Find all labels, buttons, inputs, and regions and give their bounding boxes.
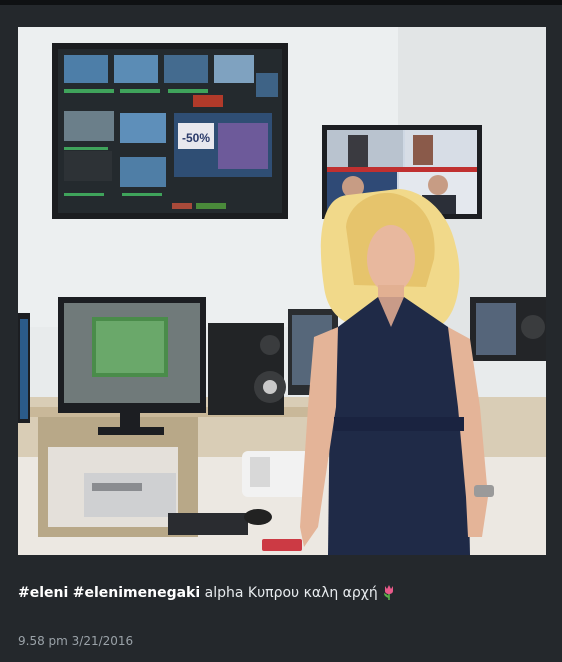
- post-card: -50% #eleni #elenimenegaki alpha Κυπρου …: [0, 0, 562, 662]
- tulip-icon: [382, 584, 396, 606]
- post-photo[interactable]: -50%: [18, 27, 546, 555]
- post-caption: #eleni #elenimenegaki alpha Κυπρου καλη …: [18, 583, 546, 606]
- hashtag-elenimenegaki[interactable]: #elenimenegaki: [73, 585, 200, 601]
- control-room-monitor: -50%: [52, 43, 288, 219]
- monitor-badge-text: -50%: [182, 131, 210, 145]
- post-timestamp: 9.58 pm 3/21/2016: [18, 634, 134, 648]
- caption-text: alpha Κυπρου καλη αρχή: [204, 585, 378, 601]
- hashtag-eleni[interactable]: #eleni: [18, 585, 68, 601]
